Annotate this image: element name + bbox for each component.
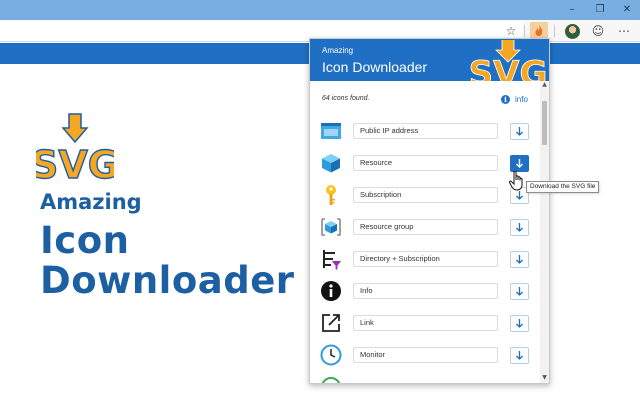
info-icon [321,281,341,301]
icon-name-field[interactable]: Link [353,315,498,331]
icon-name-field[interactable]: Resource [353,155,498,171]
download-arrow-icon [516,255,523,264]
header-logo-text: SVG [469,54,548,81]
popup-title: Icon Downloader [322,59,428,75]
icon-row-partial [310,373,540,383]
logo-arrow [61,113,89,144]
download-tooltip: Download the SVG file [526,181,600,193]
icon-name-field[interactable]: Subscription [353,187,498,203]
emoji-icon[interactable]: ☺ [589,22,607,40]
icon-count: 64 icons found. [322,95,370,102]
info-label: info [515,95,528,104]
subscription-key-icon [326,185,336,205]
extension-popup: Amazing Icon Downloader SVG 64 icons fou… [309,38,550,384]
icon-name-field[interactable]: Directory + Subscription [353,251,498,267]
download-button[interactable] [510,219,529,236]
download-arrow-icon [516,159,523,168]
icon-name-field[interactable]: Resource group [353,219,498,235]
icon-row: Info [310,277,540,305]
hand-cursor-icon [508,170,523,191]
toolbar-divider [554,25,555,37]
minimize-icon[interactable]: – [565,3,579,17]
download-arrow-icon [516,127,523,136]
download-button[interactable] [510,283,529,300]
close-icon[interactable]: ✕ [620,3,634,17]
download-arrow-icon [516,223,523,232]
download-arrow-icon [516,287,523,296]
popup-header: Amazing Icon Downloader SVG [310,39,549,81]
scroll-down-icon[interactable]: ▼ [540,374,549,382]
info-circle-icon: i [501,95,510,104]
public-ip-address-icon [321,123,341,139]
download-arrow-icon [516,351,523,360]
restore-icon[interactable]: ❐ [593,3,607,17]
more-icon[interactable]: ⋯ [615,22,633,40]
resource-cube-icon [322,154,340,173]
resource-group-icon [321,218,341,236]
download-button[interactable] [510,315,529,332]
download-arrow-icon [516,319,523,328]
icon-row: Resource group [310,213,540,241]
icon-row: Monitor [310,341,540,369]
logo-text: SVG [36,143,114,184]
directory-subscription-icon [323,250,341,270]
icon-name-field[interactable]: Public IP address [353,123,498,139]
browser-title-bar: – ❐ ✕ [0,0,640,20]
icon-row: Link [310,309,540,337]
scroll-thumb[interactable] [542,101,547,145]
icon-row: Directory + Subscription [310,245,540,273]
profile-avatar[interactable] [565,24,580,39]
icon-row: Public IP address [310,117,540,145]
toolbar-divider [524,25,525,37]
next-icon-partial [321,377,341,383]
popup-scrollbar[interactable]: ▲ ▼ [540,81,549,383]
monitor-clock-icon [320,344,342,366]
scroll-up-icon[interactable]: ▲ [540,81,549,89]
hero-title-line2: Downloader [40,259,295,302]
icon-name-field[interactable]: Monitor [353,347,498,363]
svg-logo: SVG [36,113,114,184]
header-svg-logo: SVG [468,40,548,81]
download-button[interactable] [510,123,529,140]
hero-tagline: Amazing [40,190,142,214]
download-button[interactable] [510,251,529,268]
icon-name-field[interactable]: Info [353,283,498,299]
link-icon [322,314,340,332]
icon-row: Resource [310,149,540,177]
icon-row: Subscription [310,181,540,209]
hero-title-line1: Icon [40,219,130,262]
popup-subtitle: Amazing [322,46,354,55]
download-button[interactable] [510,347,529,364]
